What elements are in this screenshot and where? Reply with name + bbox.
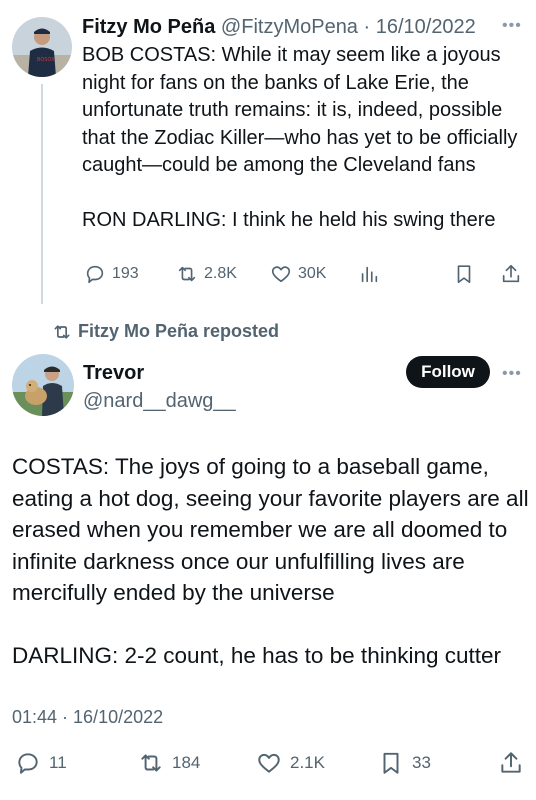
repost-banner-label: Fitzy Mo Peña reposted [78, 321, 280, 341]
quoted-bookmark-button[interactable] [453, 263, 475, 285]
avatar-trevor-image [12, 354, 74, 416]
quoted-tweet-header: Fitzy Mo Peña @FitzyMoPena · 16/10/2022 [82, 14, 476, 40]
main-reply-count: 11 [49, 753, 67, 772]
heart-icon [258, 753, 280, 773]
bookmark-icon [383, 752, 399, 774]
main-repost-count: 184 [172, 753, 201, 772]
quoted-like-count: 30K [298, 265, 327, 282]
main-repost-button[interactable]: 184 [138, 750, 200, 776]
follow-button[interactable]: Follow [406, 356, 490, 388]
quoted-like-button[interactable]: 30K [270, 263, 326, 285]
repost-icon [178, 266, 196, 282]
heart-icon [271, 266, 291, 283]
thread-line [41, 84, 43, 304]
avatar-trevor[interactable] [12, 354, 74, 416]
more-dots-icon[interactable]: ••• [502, 18, 522, 34]
main-author-name[interactable]: Trevor [83, 361, 144, 385]
main-like-count: 2.1K [290, 753, 325, 772]
more-dots-icon[interactable]: ••• [502, 366, 522, 382]
views-chart-icon [361, 266, 378, 283]
quoted-views-button[interactable] [358, 263, 380, 285]
quoted-handle-date[interactable]: @FitzyMoPena · 16/10/2022 [221, 16, 476, 38]
share-icon [501, 752, 521, 773]
repost-banner[interactable]: Fitzy Mo Peña reposted [52, 321, 279, 342]
reply-icon [86, 265, 104, 284]
main-author-handle[interactable]: @nard__dawg__ [83, 389, 236, 413]
main-tweet-text: COSTAS: The joys of going to a baseball … [12, 454, 529, 668]
main-share-button[interactable] [498, 750, 524, 776]
main-bookmark-button[interactable]: 33 [378, 750, 431, 776]
bookmark-icon [457, 265, 471, 284]
quoted-tweet-text: BOB COSTAS: While it may seem like a joy… [82, 44, 518, 231]
quoted-author-name[interactable]: Fitzy Mo Peña [82, 16, 215, 38]
avatar-fitzy[interactable]: BOSOX [12, 17, 72, 77]
main-bookmark-count: 33 [412, 753, 431, 772]
main-tweet-timestamp[interactable]: 01:44 · 16/10/2022 [12, 706, 163, 728]
quoted-reply-count: 193 [112, 265, 139, 282]
quoted-share-button[interactable] [500, 263, 522, 285]
svg-text:BOSOX: BOSOX [37, 57, 55, 63]
quoted-repost-button[interactable]: 2.8K [176, 263, 237, 285]
share-icon [502, 264, 520, 283]
reply-icon [18, 753, 38, 774]
quoted-repost-count: 2.8K [204, 265, 237, 282]
main-like-button[interactable]: 2.1K [256, 750, 325, 776]
repost-icon [141, 754, 161, 772]
repost-icon [54, 324, 70, 339]
quoted-reply-button[interactable]: 193 [84, 263, 139, 285]
avatar-fitzy-image: BOSOX [12, 17, 72, 77]
main-reply-button[interactable]: 11 [15, 750, 67, 776]
